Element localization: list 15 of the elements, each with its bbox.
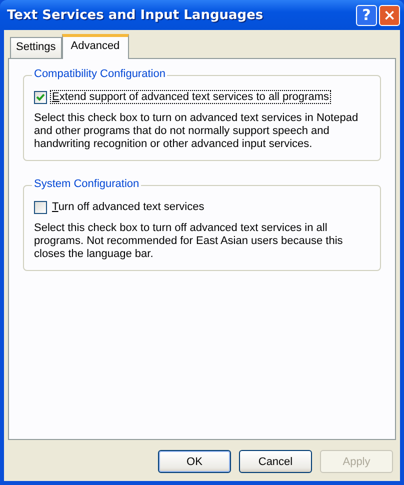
tab[interactable]: Settings bbox=[10, 37, 62, 58]
description-text: Select this check box to turn on advanced text services in Notepad and other programs that do not normally support speech and handwriting recognition or other advanced input services. bbox=[34, 112, 360, 151]
group-title: Compatibility Configuration bbox=[32, 68, 168, 80]
checkbox[interactable] bbox=[34, 90, 47, 104]
ok-button[interactable]: OK bbox=[158, 450, 231, 473]
close-button[interactable]: × bbox=[379, 4, 400, 26]
cancel-button[interactable]: Cancel bbox=[239, 450, 312, 473]
window-title: Text Services and Input Languages bbox=[7, 8, 264, 22]
description-text: Select this check box to turn off advanced text services in all programs. Not recommended for East Asian users because this closes the language bar. bbox=[34, 222, 344, 261]
checkbox-label[interactable]: Turn off advanced text services bbox=[50, 200, 206, 214]
help-button[interactable]: ? bbox=[356, 4, 377, 26]
tab[interactable]: Advanced bbox=[62, 34, 129, 59]
checkbox-label[interactable]: Extend support of advanced text services to all programs bbox=[50, 90, 331, 104]
checkbox[interactable] bbox=[34, 200, 47, 214]
group-title: System Configuration bbox=[32, 178, 142, 190]
